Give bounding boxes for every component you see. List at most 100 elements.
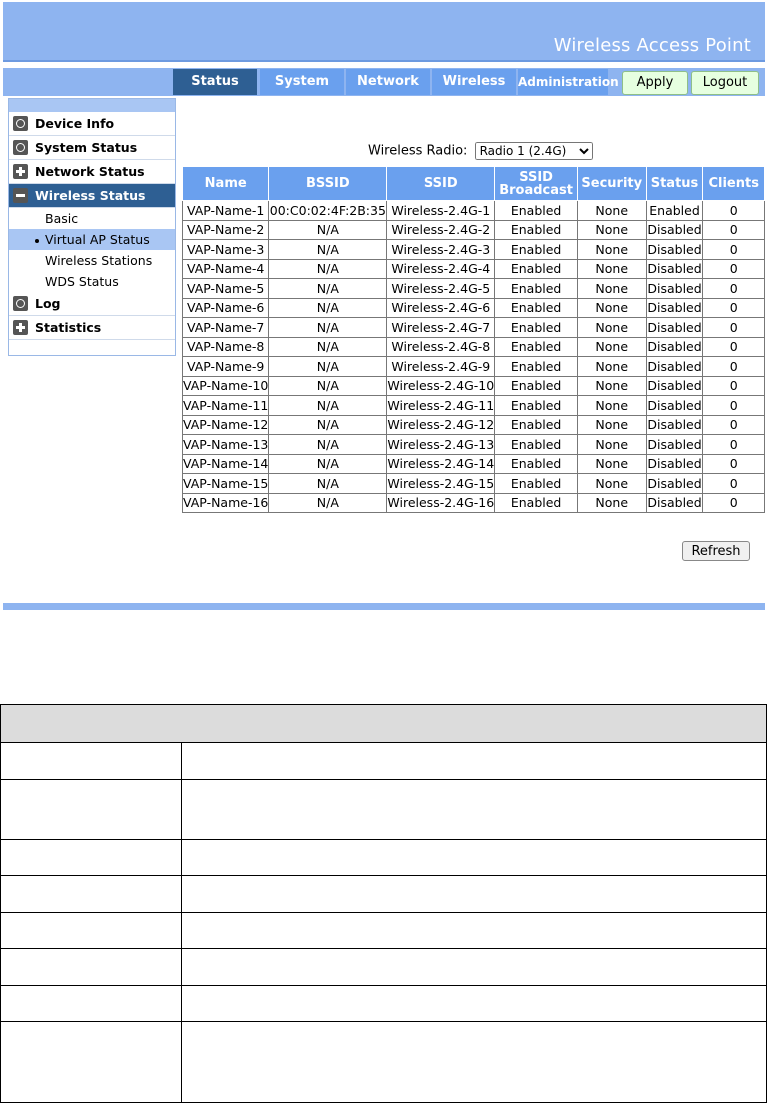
tab-network[interactable]: Network <box>346 69 430 95</box>
vap-name-cell: VAP-Name-4 <box>181 258 270 279</box>
circle-icon <box>13 116 28 131</box>
table-row: VAP-Name-3 N/A Wireless-2.4G-3 Enabled None D… <box>181 239 765 260</box>
ssid-cell: Wireless-2.4G-8 <box>386 336 496 357</box>
vap-name-cell: VAP-Name-3 <box>181 239 270 260</box>
clients-cell: 0 <box>702 395 765 416</box>
sidebar-item-log[interactable]: Log <box>9 292 175 316</box>
sidebar-item-device-info[interactable]: Device Info <box>9 112 175 136</box>
security-cell: None <box>576 414 647 435</box>
wireless-radio-row: Wireless Radio: Radio 1 (2.4G) <box>368 142 593 160</box>
security-cell: None <box>576 219 647 240</box>
tab-wireless[interactable]: Wireless <box>432 69 516 95</box>
bssid-cell: N/A <box>268 492 388 513</box>
vap-name-cell: VAP-Name-11 <box>181 395 270 416</box>
security-cell: None <box>576 278 647 299</box>
sidebar-subitem-basic[interactable]: Basic <box>9 208 175 229</box>
security-cell: None <box>576 336 647 357</box>
sidebar-item-wireless-status[interactable]: Wireless Status <box>9 184 175 208</box>
ssid-broadcast-cell: Enabled <box>494 278 578 299</box>
sidebar-subitem-virtual-ap-status[interactable]: Virtual AP Status <box>9 229 175 250</box>
bssid-cell: N/A <box>268 375 388 396</box>
bssid-cell: N/A <box>268 395 388 416</box>
security-cell: None <box>576 297 647 318</box>
clients-cell: 0 <box>702 219 765 240</box>
ssid-broadcast-cell: Enabled <box>494 219 578 240</box>
table-row: VAP-Name-9 N/A Wireless-2.4G-9 Enabled None D… <box>181 356 765 377</box>
ssid-broadcast-cell: Enabled <box>494 239 578 260</box>
ssid-broadcast-cell: Enabled <box>494 200 578 221</box>
sidebar-top-bar <box>9 99 175 112</box>
tab-status[interactable]: Status <box>173 69 257 95</box>
bottom-bar <box>3 603 765 610</box>
status-cell: Disabled <box>645 258 704 279</box>
status-cell: Disabled <box>645 278 704 299</box>
clients-cell: 0 <box>702 258 765 279</box>
bullet-icon <box>35 238 39 243</box>
column-header-security: Security <box>576 166 647 201</box>
status-cell: Enabled <box>645 200 704 221</box>
vap-name-cell: VAP-Name-7 <box>181 317 270 338</box>
status-cell: Disabled <box>645 395 704 416</box>
tab-system[interactable]: System <box>260 69 344 95</box>
ssid-broadcast-cell: Enabled <box>494 453 578 474</box>
security-cell: None <box>576 434 647 455</box>
clients-cell: 0 <box>702 278 765 299</box>
clients-cell: 0 <box>702 375 765 396</box>
ssid-cell: Wireless-2.4G-4 <box>386 258 496 279</box>
plus-icon <box>13 320 28 335</box>
ssid-cell: Wireless-2.4G-16 <box>386 492 496 513</box>
bssid-cell: N/A <box>268 356 388 377</box>
description-header-row <box>0 704 767 743</box>
table-row: VAP-Name-2 N/A Wireless-2.4G-2 Enabled None D… <box>181 219 765 240</box>
table-row: VAP-Name-15 N/A Wireless-2.4G-15 Enabled Non… <box>181 473 765 494</box>
bssid-cell: N/A <box>268 278 388 299</box>
app-frame: Wireless Access Point Status System Netw… <box>3 2 765 610</box>
column-header-status: Status <box>645 166 704 201</box>
security-cell: None <box>576 356 647 377</box>
security-cell: None <box>576 453 647 474</box>
sidebar-item-statistics[interactable]: Statistics <box>9 316 175 340</box>
table-row: VAP-Name-6 N/A Wireless-2.4G-6 Enabled None D… <box>181 297 765 318</box>
vap-name-cell: VAP-Name-12 <box>181 414 270 435</box>
logout-button[interactable]: Logout <box>691 71 759 95</box>
description-row <box>0 839 767 876</box>
plus-icon <box>13 164 28 179</box>
clients-cell: 0 <box>702 297 765 318</box>
ssid-cell: Wireless-2.4G-10 <box>386 375 496 396</box>
vap-status-table: Name BSSID SSID SSID Broadcast Security … <box>181 166 765 513</box>
clients-cell: 0 <box>702 414 765 435</box>
tab-administration[interactable]: Administration <box>518 69 619 95</box>
sidebar-item-system-status[interactable]: System Status <box>9 136 175 160</box>
status-cell: Disabled <box>645 375 704 396</box>
table-row: VAP-Name-8 N/A Wireless-2.4G-8 Enabled None D… <box>181 336 765 357</box>
sidebar-item-network-status[interactable]: Network Status <box>9 160 175 184</box>
security-cell: None <box>576 258 647 279</box>
table-row: VAP-Name-4 N/A Wireless-2.4G-4 Enabled None D… <box>181 258 765 279</box>
ssid-cell: Wireless-2.4G-14 <box>386 453 496 474</box>
sidebar: Device Info System Status Network Status… <box>8 98 176 356</box>
wireless-radio-select[interactable]: Radio 1 (2.4G) <box>474 142 593 160</box>
sidebar-item-label: Wireless Status <box>35 188 146 203</box>
column-header-name: Name <box>181 166 270 201</box>
vap-name-cell: VAP-Name-9 <box>181 356 270 377</box>
bssid-cell: N/A <box>268 297 388 318</box>
refresh-button[interactable]: Refresh <box>682 541 750 561</box>
clients-cell: 0 <box>702 453 765 474</box>
sidebar-item-label: System Status <box>35 140 138 155</box>
description-row <box>0 1021 767 1103</box>
clients-cell: 0 <box>702 317 765 338</box>
vap-name-cell: VAP-Name-8 <box>181 336 270 357</box>
description-table <box>0 704 767 1103</box>
vap-name-cell: VAP-Name-2 <box>181 219 270 240</box>
status-cell: Disabled <box>645 473 704 494</box>
ssid-cell: Wireless-2.4G-7 <box>386 317 496 338</box>
security-cell: None <box>576 492 647 513</box>
ssid-cell: Wireless-2.4G-15 <box>386 473 496 494</box>
description-row <box>0 948 767 986</box>
table-row: VAP-Name-5 N/A Wireless-2.4G-5 Enabled None D… <box>181 278 765 299</box>
apply-button[interactable]: Apply <box>622 71 688 95</box>
ssid-broadcast-cell: Enabled <box>494 336 578 357</box>
vap-name-cell: VAP-Name-16 <box>181 492 270 513</box>
sidebar-subitem-wds-status[interactable]: WDS Status <box>9 271 175 292</box>
sidebar-subitem-wireless-stations[interactable]: Wireless Stations <box>9 250 175 271</box>
